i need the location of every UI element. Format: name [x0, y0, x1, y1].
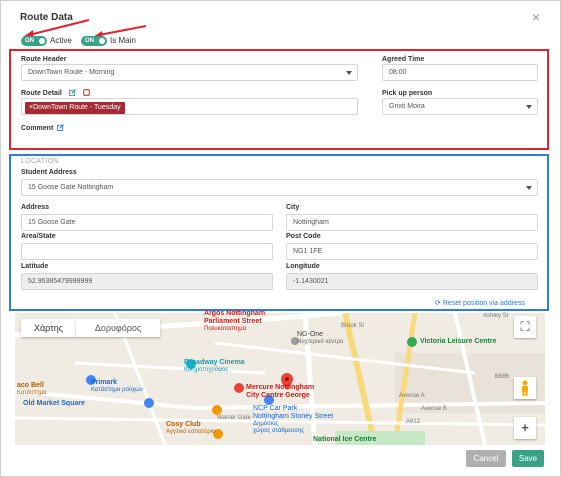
- post-code-value: NG1 1FE: [293, 248, 323, 255]
- address-input[interactable]: 15 Goose Gate: [21, 214, 273, 231]
- fullscreen-icon: ⛶: [520, 319, 530, 334]
- plus-icon: +: [521, 420, 529, 435]
- refresh-icon: ⟳: [435, 300, 441, 307]
- map-label: aco Bell: [17, 382, 44, 389]
- city-input[interactable]: Nottingham: [286, 214, 538, 231]
- route-detail-label: Route Detail: [21, 90, 62, 97]
- route-data-modal: Route Data × ON Active ON Is Main Route …: [0, 0, 561, 477]
- close-icon[interactable]: ×: [532, 10, 540, 24]
- longitude-input: -1.1430021: [286, 273, 538, 290]
- map-label: Νυχτερινό κέντρο: [297, 339, 344, 345]
- map-label: Brook St: [341, 323, 365, 329]
- longitude-value: -1.1430021: [293, 278, 329, 285]
- area-state-label: Area/State: [21, 233, 56, 240]
- map-type-map-button[interactable]: Χάρτης: [21, 319, 76, 337]
- map-label: A612: [406, 419, 421, 425]
- reset-position-label: Reset position via address: [442, 300, 525, 307]
- map-label: Avenue B: [421, 406, 447, 412]
- route-header-label: Route Header: [21, 56, 67, 63]
- is-main-label: Is Main: [110, 36, 136, 45]
- map-label: χώρος στάθμευσης: [253, 428, 305, 434]
- chevron-down-icon: [526, 105, 532, 109]
- location-section-title: LOCATION: [21, 158, 59, 165]
- map-label: National Ice Centre: [313, 436, 377, 443]
- chevron-down-icon: [526, 186, 532, 190]
- map-label: Avenue A: [399, 393, 425, 399]
- pickup-person-value: Grixti Moira: [389, 103, 425, 110]
- map-label: Nottingham Stoney Street: [253, 413, 334, 420]
- map-label: City Centre George: [246, 392, 310, 399]
- map-label: Victoria Leisure Centre: [420, 338, 497, 345]
- map-label: B686: [495, 374, 510, 380]
- map-label: Broadway Cinema: [184, 359, 245, 366]
- map-label: Αγγλικό εστιατόριο: [166, 429, 216, 435]
- is-main-toggle[interactable]: ON: [81, 36, 107, 46]
- route-header-value: DownTown Route - Morning: [28, 69, 115, 76]
- map-label: Mercure Nottingham: [246, 384, 315, 391]
- is-main-toggle-state: ON: [85, 38, 94, 44]
- pegman-icon: [522, 380, 528, 396]
- delete-icon[interactable]: [83, 89, 90, 96]
- address-label: Address: [21, 204, 50, 211]
- longitude-label: Longitude: [286, 263, 320, 270]
- map-label: Κινηματογράφος: [184, 367, 229, 373]
- fullscreen-button[interactable]: ⛶: [514, 316, 536, 338]
- map-label: Δημόσιος: [253, 421, 279, 427]
- street-view-pegman[interactable]: [514, 377, 536, 399]
- latitude-input: 52.95385479999999: [21, 273, 273, 290]
- map-label: Old Market Square: [23, 400, 85, 407]
- route-header-select[interactable]: DownTown Route - Morning: [21, 64, 358, 81]
- active-label: Active: [50, 36, 72, 45]
- edit-icon[interactable]: [69, 89, 76, 96]
- student-address-value: 15 Goose Gate Nottingham: [28, 184, 114, 191]
- pickup-person-label: Pick up person: [382, 90, 433, 97]
- agreed-time-label: Agreed Time: [382, 56, 425, 63]
- post-code-label: Post Code: [286, 233, 321, 240]
- edit-icon[interactable]: [57, 124, 64, 131]
- save-button[interactable]: Save: [512, 450, 544, 467]
- pickup-person-select[interactable]: Grixti Moira: [382, 98, 538, 115]
- map-label: Parliament Street: [204, 318, 262, 325]
- comment-label: Comment: [21, 125, 54, 132]
- zoom-in-button[interactable]: +: [514, 417, 536, 439]
- latitude-label: Latitude: [21, 263, 49, 270]
- map-label: Κατάστημα: [17, 390, 47, 396]
- map-label: Κατάστημα ρούχων: [91, 387, 143, 393]
- student-address-select[interactable]: 15 Goose Gate Nottingham: [21, 179, 538, 196]
- map-label: NCP Car Park: [253, 405, 298, 412]
- city-label: City: [286, 204, 300, 211]
- map-label: NG-One: [297, 331, 324, 338]
- active-toggle[interactable]: ON: [21, 36, 47, 46]
- agreed-time-input[interactable]: 08:00: [382, 64, 538, 81]
- map-label: Ashley St: [483, 313, 509, 319]
- reset-position-link[interactable]: ⟳ Reset position via address: [435, 299, 525, 307]
- toggle-knob: [99, 38, 105, 44]
- route-detail-tag[interactable]: ×DownTown Route - Tuesday: [25, 102, 125, 114]
- active-toggle-state: ON: [25, 38, 34, 44]
- student-address-label: Student Address: [21, 169, 77, 176]
- city-value: Nottingham: [293, 219, 329, 226]
- area-state-input[interactable]: [21, 243, 273, 260]
- map-label: Πολυκαταστημα: [204, 326, 247, 332]
- address-value: 15 Goose Gate: [28, 219, 76, 226]
- cancel-button[interactable]: Cancel: [466, 450, 506, 467]
- post-code-input[interactable]: NG1 1FE: [286, 243, 538, 260]
- agreed-time-value: 08:00: [389, 69, 407, 76]
- map-label: Cosy Club: [166, 421, 201, 428]
- toggle-knob: [39, 38, 45, 44]
- map-type-satellite-button[interactable]: Δορυφόρος: [76, 319, 160, 337]
- map-label: Warser Gate: [217, 415, 251, 421]
- map-label: Primark: [91, 379, 118, 386]
- chevron-down-icon: [346, 71, 352, 75]
- map-label: Argos Nottingham: [204, 310, 266, 317]
- latitude-value: 52.95385479999999: [28, 278, 93, 285]
